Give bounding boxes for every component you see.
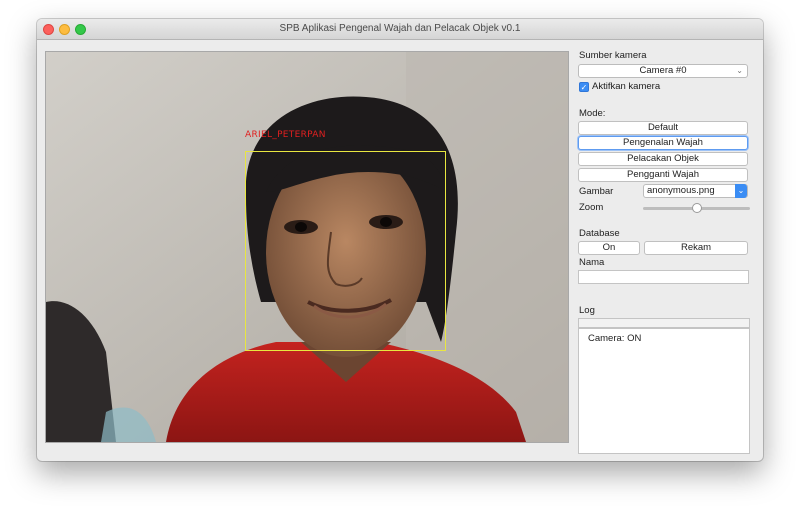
control-panel: Sumber kamera Camera #0 ⌄ ✓ Aktifkan kam…: [578, 49, 750, 454]
mode-object-tracking-button[interactable]: Pelacakan Objek: [578, 152, 748, 166]
log-label: Log: [579, 305, 595, 316]
chevron-down-icon: ⌄: [735, 184, 747, 198]
face-detection-box: [245, 151, 446, 351]
log-output[interactable]: Camera: ON: [578, 328, 750, 454]
window-title: SPB Aplikasi Pengenal Wajah dan Pelacak …: [279, 23, 521, 34]
check-icon: ✓: [580, 83, 588, 92]
enable-camera-label: Aktifkan kamera: [592, 81, 661, 92]
title-bar: SPB Aplikasi Pengenal Wajah dan Pelacak …: [37, 19, 763, 40]
app-window: SPB Aplikasi Pengenal Wajah dan Pelacak …: [37, 19, 763, 461]
record-button[interactable]: Rekam: [644, 241, 748, 255]
log-entry: Camera: ON: [588, 333, 642, 344]
detected-face-label: ARIEL_PETERPAN: [245, 130, 326, 140]
camera-source-value: Camera #0: [639, 65, 687, 76]
log-header-bar: [578, 318, 750, 328]
zoom-slider-thumb[interactable]: [691, 203, 702, 213]
image-select[interactable]: anonymous.png ⌄: [643, 184, 748, 198]
name-label: Nama: [579, 257, 605, 268]
image-select-value: anonymous.png: [647, 185, 715, 196]
camera-source-label: Sumber kamera: [579, 50, 647, 61]
database-label: Database: [579, 228, 620, 239]
camera-source-select[interactable]: Camera #0 ⌄: [578, 64, 748, 78]
camera-preview: ARIEL_PETERPAN: [45, 51, 569, 443]
mode-face-recognition-button[interactable]: Pengenalan Wajah: [578, 136, 748, 150]
mode-default-button[interactable]: Default: [578, 121, 748, 135]
enable-camera-checkbox[interactable]: ✓: [579, 82, 589, 92]
mode-face-swap-button[interactable]: Pengganti Wajah: [578, 168, 748, 182]
name-input[interactable]: [578, 270, 749, 284]
chevron-down-icon: ⌄: [736, 66, 743, 75]
zoom-label: Zoom: [579, 202, 604, 213]
image-label: Gambar: [579, 186, 614, 197]
database-on-button[interactable]: On: [578, 241, 640, 255]
mode-label: Mode:: [579, 108, 606, 119]
